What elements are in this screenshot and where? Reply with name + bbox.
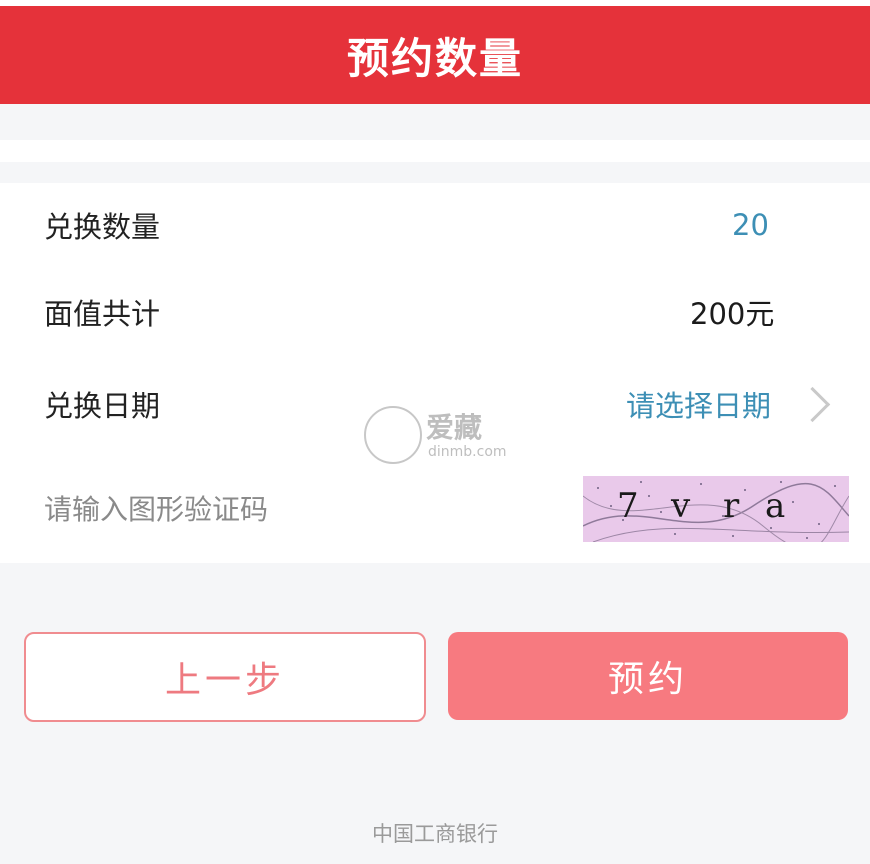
- watermark-logo: 爱藏 dinmb.com: [362, 404, 512, 464]
- page-header: 预约数量: [0, 6, 870, 104]
- back-button-label: 上一步: [164, 660, 285, 701]
- page-title: 预约数量: [346, 33, 523, 83]
- captcha-char-2: v: [671, 486, 691, 526]
- face-value-amount: 200元: [690, 297, 775, 331]
- watermark-text: 爱藏: [426, 411, 483, 444]
- watermark-url: dinmb.com: [428, 444, 507, 460]
- captcha-image[interactable]: 7 v r a: [583, 476, 849, 542]
- reserve-button-label: 预约: [607, 659, 688, 700]
- face-value-row: 面值共计 200元: [0, 290, 870, 334]
- quantity-value[interactable]: 20: [732, 208, 769, 242]
- footer-bank-name: 中国工商银行: [372, 822, 498, 846]
- coin-icon: [364, 406, 422, 464]
- reserve-button[interactable]: 预约: [448, 632, 848, 720]
- chevron-right-icon[interactable]: [794, 386, 831, 423]
- date-label: 兑换日期: [44, 389, 161, 423]
- captcha-input[interactable]: 请输入图形验证码: [44, 488, 268, 528]
- captcha-char-4: a: [765, 486, 786, 526]
- back-button[interactable]: 上一步: [24, 632, 426, 722]
- quantity-row: 兑换数量 20: [0, 203, 870, 247]
- quantity-label: 兑换数量: [44, 210, 161, 244]
- captcha-char-3: r: [723, 486, 740, 526]
- captcha-char-1: 7: [617, 486, 639, 526]
- date-select[interactable]: 请选择日期: [626, 383, 771, 425]
- divider-band: [0, 140, 870, 162]
- face-value-label: 面值共计: [44, 297, 161, 331]
